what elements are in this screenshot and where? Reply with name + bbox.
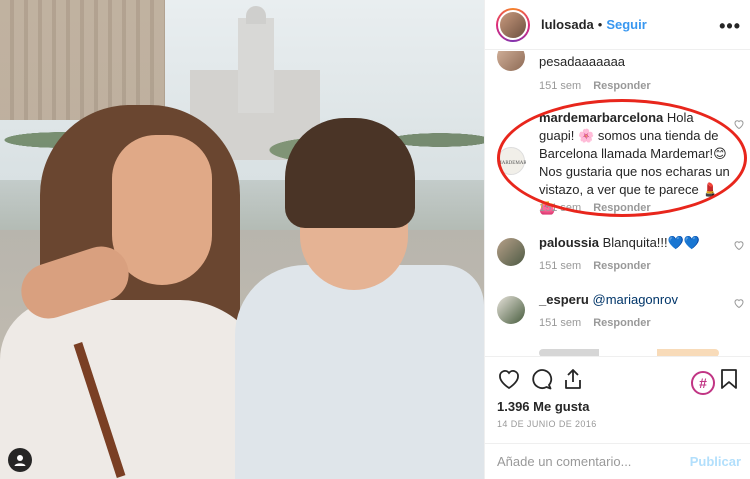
comment-time: 151 sem — [539, 260, 582, 272]
add-comment-input[interactable]: Añade un comentario... — [497, 454, 631, 469]
post-actions: # 1.396 Me gusta 14 DE JUNIO DE 2016 Aña… — [485, 356, 750, 479]
comment-text: pesadaaaaaaa — [539, 54, 626, 69]
comment-meta: 151 sem Responder — [539, 317, 651, 329]
post-side-panel: lulosada • Seguir ••• pesadaaaaaaa 151 s… — [484, 0, 750, 479]
comment-avatar[interactable] — [497, 296, 525, 324]
comment-bubble-icon[interactable] — [529, 367, 553, 391]
share-icon[interactable] — [561, 367, 585, 391]
post-date[interactable]: 14 DE JUNIO DE 2016 — [497, 419, 597, 429]
comment-time: 151 sem — [539, 202, 582, 214]
like-heart-icon[interactable] — [497, 367, 521, 391]
reply-button[interactable]: Responder — [593, 202, 650, 214]
add-comment-bar: Añade un comentario... Publicar — [485, 443, 750, 479]
photo-tower-top — [246, 6, 266, 24]
reply-button[interactable]: Responder — [593, 80, 650, 92]
photo-person-left-shirt — [0, 300, 270, 479]
tagged-users-icon[interactable] — [8, 448, 32, 472]
comment-meta: 151 sem Responder — [539, 80, 651, 92]
publish-button[interactable]: Publicar — [690, 454, 741, 469]
comment-username[interactable]: mardemarbarcelona — [539, 110, 663, 125]
photo-person-right-hair — [285, 118, 415, 228]
save-bookmark-icon[interactable] — [717, 367, 741, 391]
comment-mention[interactable]: @mariagonrov — [593, 292, 678, 307]
comment-time: 151 sem — [539, 80, 582, 92]
comment-cutoff — [539, 349, 719, 356]
photo-person-left-face — [112, 135, 212, 285]
comment-avatar[interactable] — [497, 238, 525, 266]
like-comment-heart-icon[interactable] — [733, 239, 745, 251]
comment-avatar[interactable]: MARDEMAR — [497, 147, 527, 175]
hashtag-icon[interactable]: # — [691, 371, 715, 395]
comment-body: paloussia Blanquita!!!💙💙 — [539, 234, 731, 252]
comment-meta: 151 sem Responder — [539, 202, 651, 214]
more-options-icon[interactable]: ••• — [719, 16, 741, 37]
post-header: lulosada • Seguir ••• — [485, 0, 750, 50]
author-avatar[interactable] — [496, 7, 530, 42]
header-separator: • — [597, 17, 603, 32]
follow-button[interactable]: Seguir — [606, 17, 646, 32]
comment-text: Blanquita!!!💙💙 — [602, 235, 701, 250]
comment-meta: 151 sem Responder — [539, 260, 651, 272]
comment-avatar[interactable] — [497, 51, 525, 71]
author-username[interactable]: lulosada — [541, 17, 594, 32]
like-comment-heart-icon[interactable] — [733, 297, 745, 309]
comment-username[interactable]: _esperu — [539, 292, 589, 307]
post-photo[interactable] — [0, 0, 484, 479]
like-comment-heart-icon[interactable] — [733, 118, 745, 130]
comment-text: Hola guapi! 🌸 somos una tienda de Barcel… — [539, 110, 730, 215]
reply-button[interactable]: Responder — [593, 317, 650, 329]
comment-body: _esperu @mariagonrov — [539, 291, 731, 309]
reply-button[interactable]: Responder — [593, 260, 650, 272]
comments-list[interactable]: pesadaaaaaaa 151 sem Responder MARDEMAR m… — [485, 51, 750, 356]
photo-person-right-shirt — [235, 265, 484, 479]
comment-body: mardemarbarcelona Hola guapi! 🌸 somos un… — [539, 109, 731, 217]
svg-text:MARDEMAR: MARDEMAR — [498, 161, 526, 166]
comment-username[interactable]: paloussia — [539, 235, 599, 250]
comment-time: 151 sem — [539, 317, 582, 329]
likes-count[interactable]: 1.396 Me gusta — [497, 399, 590, 414]
